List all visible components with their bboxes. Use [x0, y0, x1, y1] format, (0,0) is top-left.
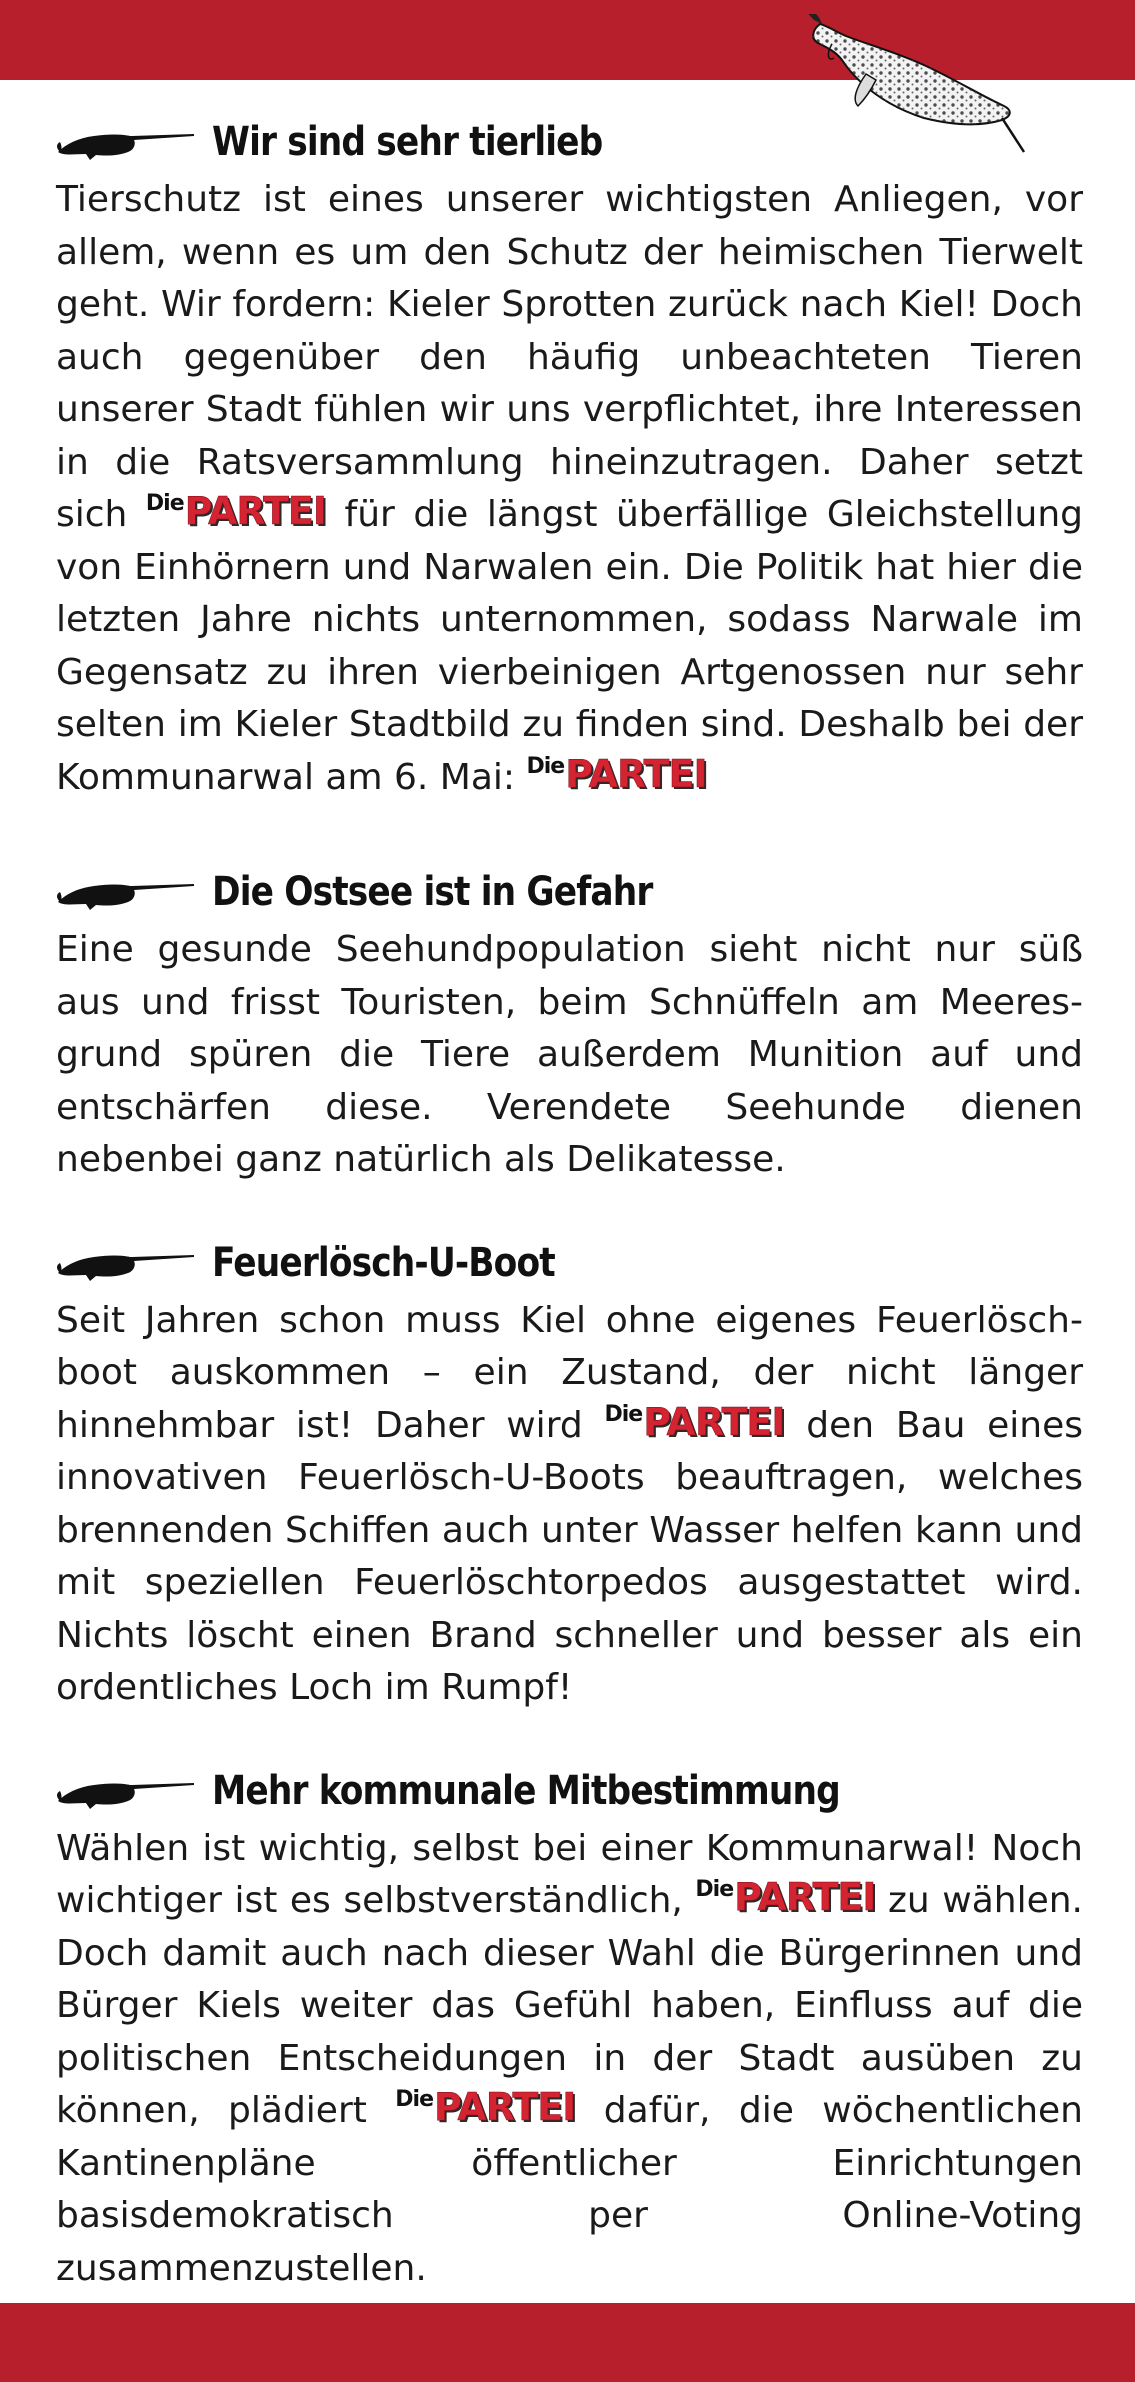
party-logo: DiePARTEI — [604, 1399, 786, 1444]
section-text: Eine gesunde Seehundpopulation sieht nic… — [56, 924, 1083, 1187]
section-heading-row: Feuerlösch-U-Boot — [56, 1231, 1083, 1295]
section-feuerloesch: Feuerlösch-U-Boot Seit Jahren schon muss… — [56, 1231, 1083, 1715]
party-logo: DiePARTEI — [526, 751, 708, 796]
logo-die: Die — [395, 2087, 434, 2112]
section-heading: Wir sind sehr tierlieb — [212, 119, 603, 165]
text-part: Eine gesunde Seehundpopulation sieht nic… — [56, 929, 1083, 1180]
narwhal-icon — [57, 1782, 194, 1809]
section-heading-row: Wir sind sehr tierlieb — [56, 110, 1083, 174]
narwhal-icon — [57, 1254, 194, 1281]
section-heading-row: Mehr kommunale Mitbestimmung — [56, 1759, 1083, 1823]
party-logo: DiePARTEI — [695, 1875, 877, 1919]
logo-partei: PARTEI — [184, 489, 327, 533]
text-part: Tierschutz ist eines unserer wichtigsten… — [56, 179, 1083, 535]
logo-die: Die — [695, 1877, 734, 1902]
text-part: den Bau eines innovativen Feuerlösch-U-B… — [56, 1404, 1083, 1709]
logo-partei: PARTEI — [565, 751, 708, 796]
section-mitbestimmung: Mehr kommunale Mitbestimmung Wählen ist … — [56, 1759, 1083, 2296]
section-ostsee: Die Ostsee ist in Gefahr Eine gesunde Se… — [56, 860, 1083, 1187]
party-logo: DiePARTEI — [395, 2085, 577, 2129]
logo-die: Die — [526, 753, 566, 779]
section-heading: Mehr kommunale Mitbestimmung — [212, 1767, 841, 1814]
section-text: Wählen ist wichtig, selbst bei einer Kom… — [56, 1823, 1083, 2296]
section-text: Tierschutz ist eines unserer wichtigsten… — [56, 174, 1083, 804]
section-heading: Die Ostsee ist in Gefahr — [212, 869, 653, 915]
logo-partei: PARTEI — [643, 1399, 786, 1444]
party-logo: DiePARTEI — [145, 489, 327, 533]
section-heading-row: Die Ostsee ist in Gefahr — [56, 860, 1083, 924]
section-heading: Feuerlösch-U-Boot — [212, 1239, 556, 1286]
logo-partei: PARTEI — [434, 2085, 577, 2129]
bottom-band — [0, 2303, 1135, 2382]
narwhal-icon — [57, 884, 194, 910]
section-text: Seit Jahren schon muss Kiel ohne eigenes… — [56, 1295, 1083, 1715]
section-tierlieb: Wir sind sehr tierlieb Tierschutz ist ei… — [56, 110, 1083, 804]
logo-die: Die — [604, 1401, 643, 1427]
flyer-content: Wir sind sehr tierlieb Tierschutz ist ei… — [56, 110, 1083, 2295]
logo-die: Die — [145, 491, 185, 516]
narwhal-icon — [57, 134, 194, 160]
logo-partei: PARTEI — [734, 1875, 877, 1919]
